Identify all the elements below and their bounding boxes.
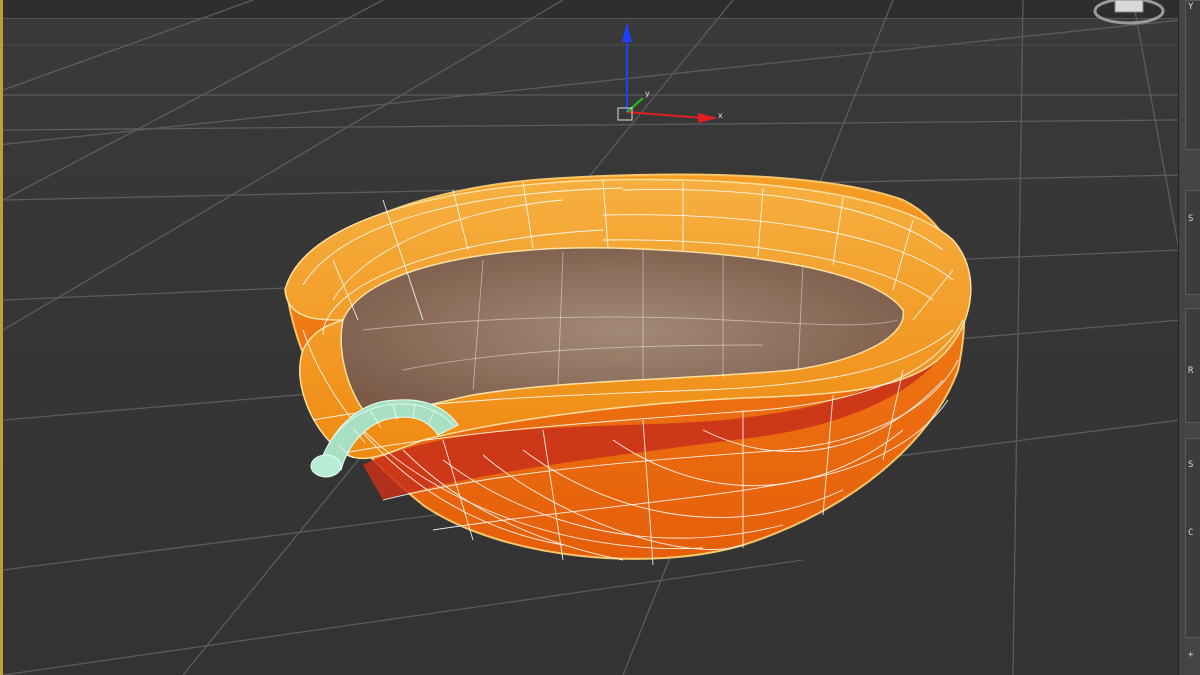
panel-glyph-5: C [1188,528,1194,538]
z-axis-arrow-icon[interactable] [622,22,632,42]
panel-expand-icon[interactable]: + [1188,650,1193,660]
panel-glyph-0: Y [1188,2,1194,12]
rollout-selection[interactable] [1185,190,1200,295]
y-axis-line[interactable] [626,97,644,113]
x-axis-label: x [718,111,723,120]
perspective-viewport[interactable]: x y [0,0,1178,675]
x-axis-arrow-icon[interactable] [698,113,718,123]
rollout-top[interactable] [1185,0,1200,150]
panel-glyph-3: R [1188,366,1194,376]
y-axis-label: y [645,89,650,98]
viewcube-icon[interactable] [1093,0,1165,25]
axis-tripod[interactable]: x y [617,22,723,123]
command-panel[interactable]: Y S R S C + [1178,0,1200,675]
panel-glyph-1: S [1188,214,1194,224]
panel-glyph-4: S [1188,460,1194,470]
bowl-mesh[interactable] [284,173,972,566]
viewport-canvas[interactable]: x y [3,0,1178,675]
